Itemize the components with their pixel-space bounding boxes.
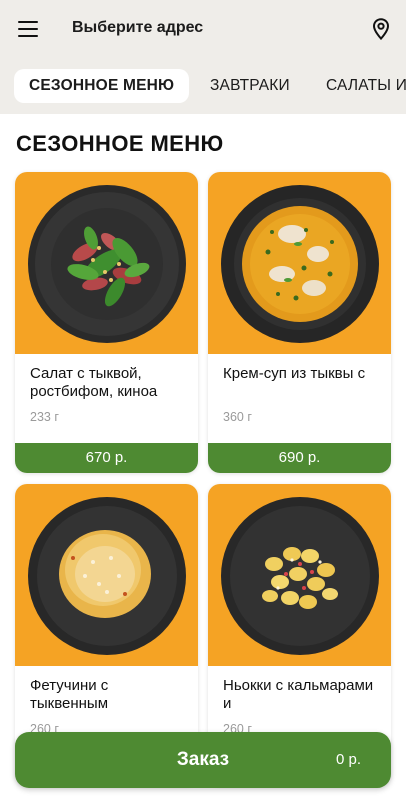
- price-button[interactable]: 690 р.: [208, 443, 391, 473]
- tab-breakfasts[interactable]: ЗАВТРАКИ: [210, 69, 290, 103]
- order-total: 0 р.: [335, 751, 361, 768]
- select-address-button[interactable]: Выберите адрес: [72, 19, 203, 37]
- map-pin-icon[interactable]: [372, 18, 390, 40]
- app-header: Выберите адрес: [0, 0, 406, 60]
- product-photo: [15, 172, 198, 354]
- product-photo: [208, 484, 391, 666]
- product-weight: 233 г: [30, 410, 59, 424]
- product-weight: 360 г: [223, 410, 252, 424]
- product-photo: [15, 484, 198, 666]
- product-photo: [208, 172, 391, 354]
- order-button[interactable]: Заказ 0 р.: [15, 732, 391, 788]
- section-title: СЕЗОННОЕ МЕНЮ: [16, 131, 224, 156]
- hamburger-menu-icon[interactable]: [18, 21, 38, 37]
- price-button[interactable]: 670 р.: [15, 443, 198, 473]
- order-label: Заказ: [176, 749, 230, 770]
- category-tabs: СЕЗОННОЕ МЕНЮ ЗАВТРАКИ САЛАТЫ И: [0, 60, 406, 114]
- product-name: Ньокки с кальмарами и: [223, 677, 374, 712]
- product-name: Крем-суп из тыквы с: [223, 365, 366, 382]
- tab-salads[interactable]: САЛАТЫ И: [326, 69, 406, 103]
- product-card[interactable]: Крем-суп из тыквы с 360 г 690 р.: [208, 172, 391, 473]
- tab-seasonal-menu[interactable]: СЕЗОННОЕ МЕНЮ: [14, 69, 190, 103]
- product-name: Фетучини с тыквенным: [30, 677, 109, 712]
- product-name: Салат с тыквой, ростбифом, киноа: [30, 365, 158, 400]
- product-card[interactable]: Салат с тыквой, ростбифом, киноа 233 г 6…: [15, 172, 198, 473]
